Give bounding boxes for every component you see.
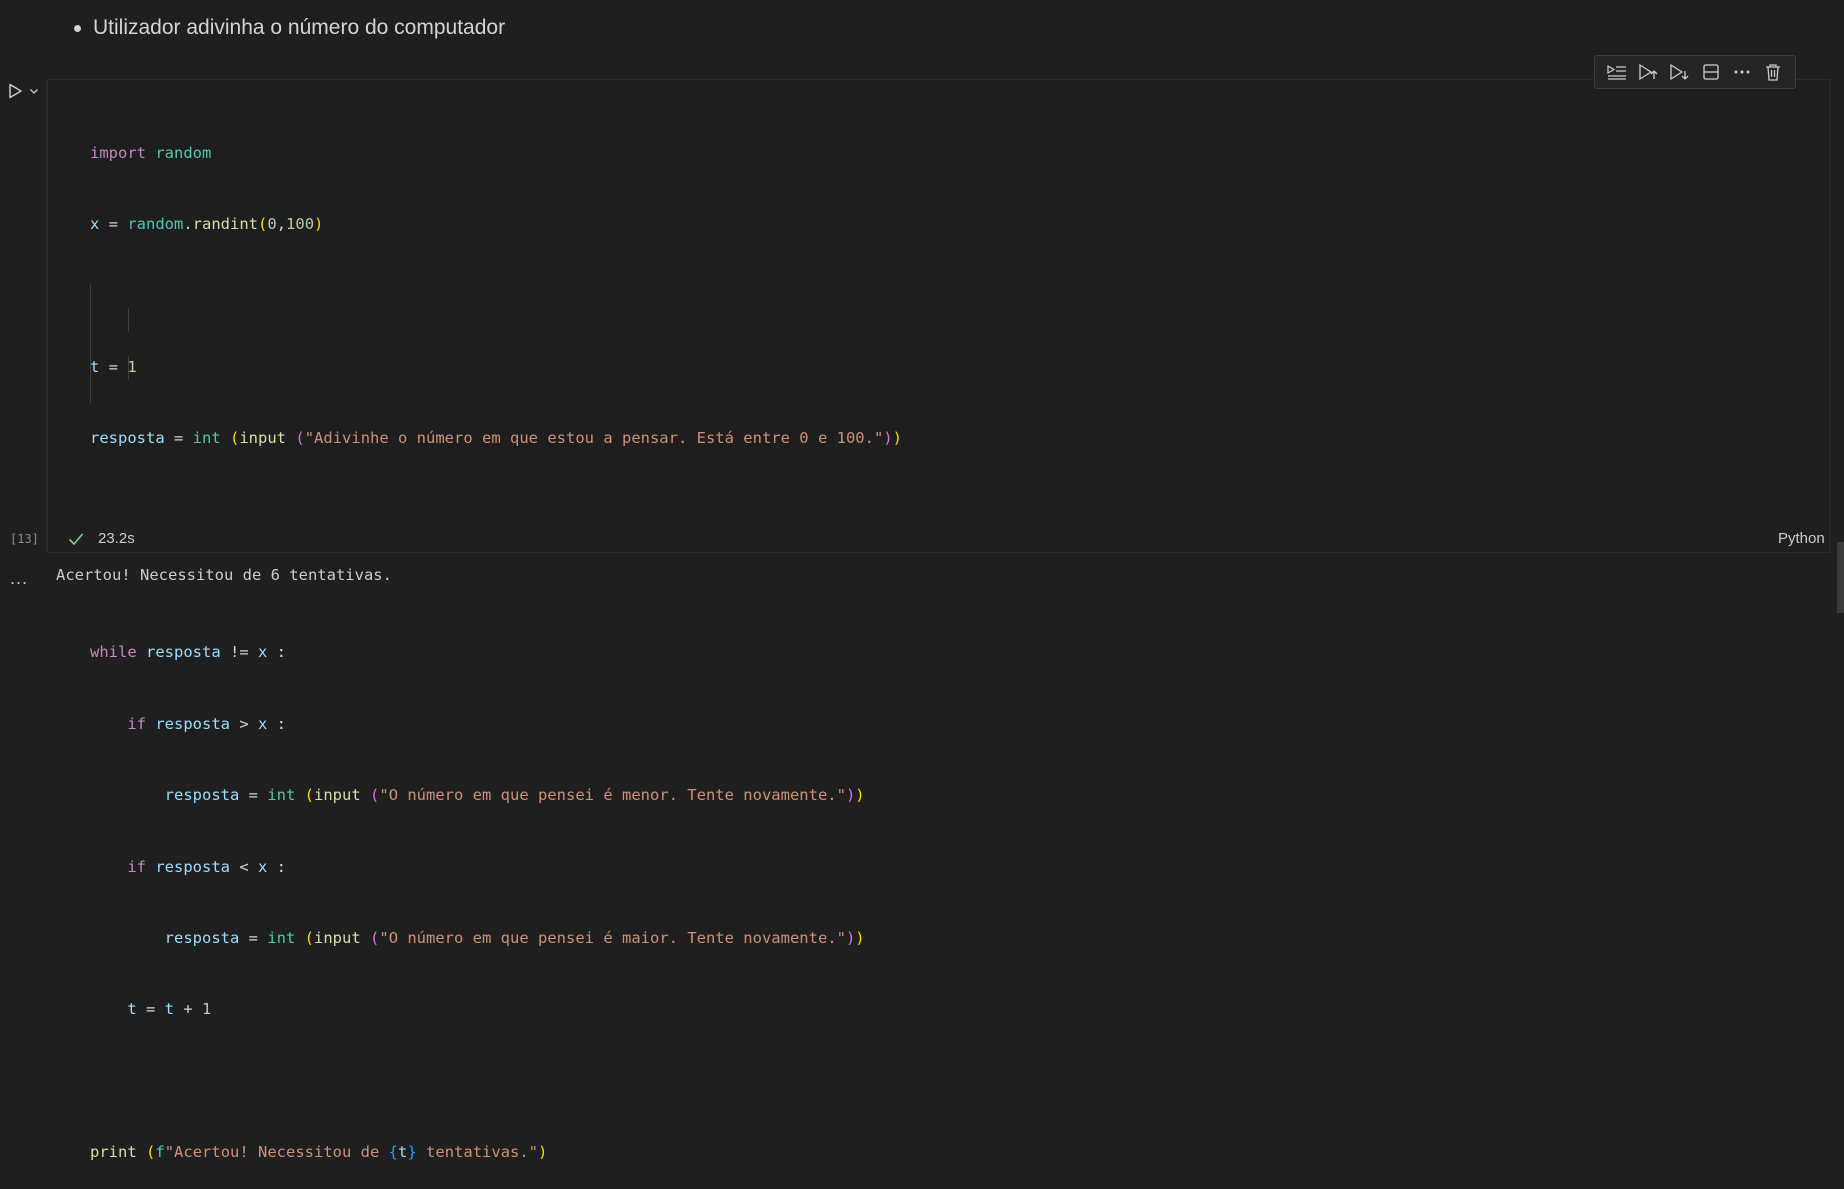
delete-cell-button[interactable] bbox=[1760, 59, 1786, 85]
scrollbar[interactable] bbox=[1837, 542, 1844, 613]
ellipsis-icon bbox=[1734, 70, 1750, 74]
execution-duration: 23.2s bbox=[98, 530, 135, 547]
source-code[interactable]: import random x = random.randint(0,100) … bbox=[90, 94, 902, 1189]
code-line-5: resposta = int (input ("Adivinhe o númer… bbox=[90, 429, 902, 448]
run-cell-control[interactable] bbox=[6, 82, 40, 100]
code-line-13: t = t + 1 bbox=[127, 1000, 212, 1019]
execution-count: [13] bbox=[10, 532, 39, 546]
cell-output: Acertou! Necessitou de 6 tentativas. bbox=[56, 566, 392, 584]
bullet-dot bbox=[74, 24, 81, 32]
run-above-icon bbox=[1607, 64, 1626, 80]
code-line-11: if resposta < x : bbox=[127, 857, 287, 876]
code-line-2: x = random.randint(0,100) bbox=[90, 214, 324, 233]
run-up-icon bbox=[1639, 63, 1658, 81]
success-check-icon bbox=[68, 533, 84, 546]
split-icon bbox=[1702, 64, 1719, 80]
more-actions-button[interactable] bbox=[1729, 59, 1755, 85]
execute-cell-and-below-button[interactable] bbox=[1666, 59, 1692, 85]
execute-above-cells-button[interactable] bbox=[1604, 59, 1630, 85]
chevron-down-icon[interactable] bbox=[28, 85, 40, 97]
code-line-12: resposta = int (input ("O número em que … bbox=[164, 928, 865, 947]
code-line-4: t = 1 bbox=[90, 357, 137, 376]
run-cell-icon[interactable] bbox=[6, 82, 24, 100]
code-line-8: while resposta != x : bbox=[90, 643, 287, 662]
execute-cell-and-above-button[interactable] bbox=[1635, 59, 1661, 85]
code-line-9: if resposta > x : bbox=[127, 714, 287, 733]
code-line-15: print (f"Acertou! Necessitou de {t} tent… bbox=[90, 1143, 548, 1162]
trash-icon bbox=[1766, 64, 1781, 81]
run-down-icon bbox=[1670, 63, 1689, 81]
markdown-bullet: Utilizador adivinha o número do computad… bbox=[74, 12, 505, 44]
markdown-bullet-text: Utilizador adivinha o número do computad… bbox=[93, 16, 506, 39]
code-line-1: import random bbox=[90, 143, 212, 162]
code-line-10: resposta = int (input ("O número em que … bbox=[164, 786, 865, 805]
cell-toolbar bbox=[1594, 55, 1796, 89]
kernel-language-selector[interactable]: Python bbox=[1778, 530, 1825, 547]
split-cell-button[interactable] bbox=[1698, 59, 1724, 85]
output-more-actions-button[interactable]: ... bbox=[10, 568, 28, 589]
